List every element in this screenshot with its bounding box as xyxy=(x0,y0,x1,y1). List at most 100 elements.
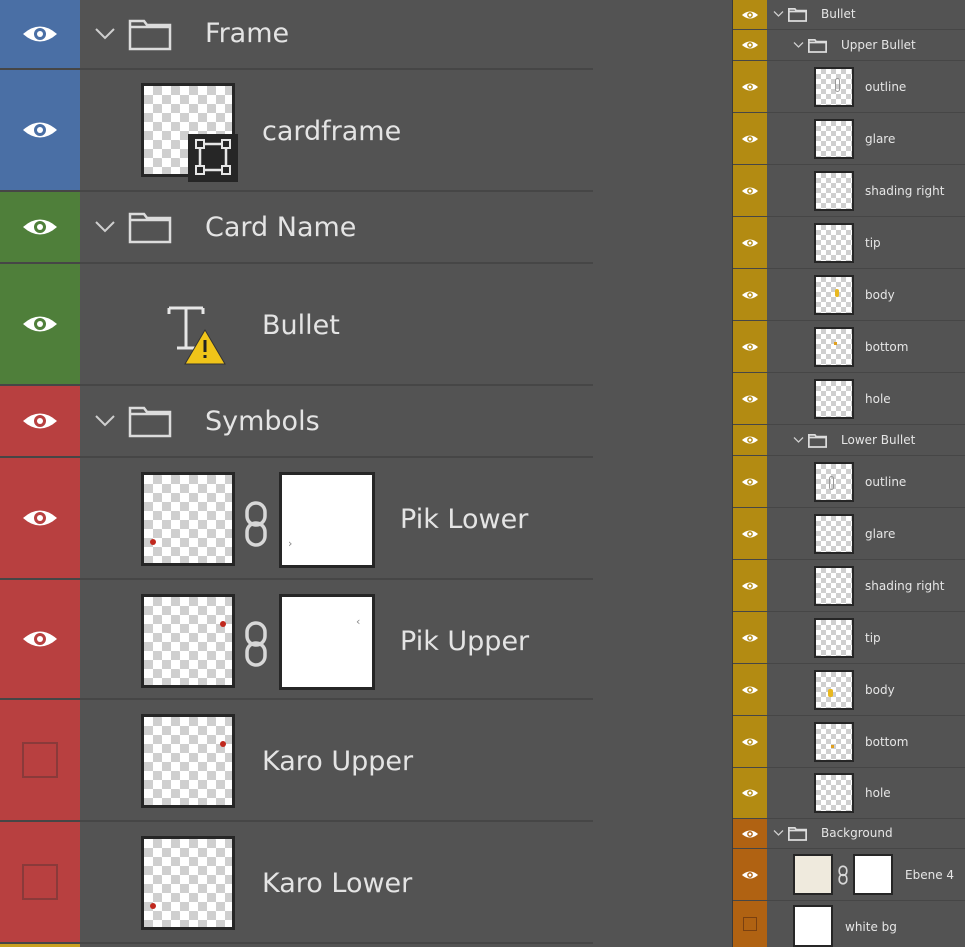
chain-link-icon[interactable] xyxy=(242,620,270,668)
layer-thumbnail[interactable] xyxy=(814,773,854,813)
mask-mark: › xyxy=(288,537,293,550)
layer-text-bullet[interactable]: Bullet xyxy=(0,264,593,386)
layer-thumbnail[interactable] xyxy=(814,171,854,211)
visibility-toggle[interactable] xyxy=(733,321,767,372)
layer-group-background[interactable]: Background xyxy=(733,819,965,849)
visibility-toggle[interactable] xyxy=(733,819,767,848)
visibility-toggle[interactable] xyxy=(733,716,767,767)
visibility-toggle[interactable] xyxy=(733,269,767,320)
visibility-toggle[interactable] xyxy=(733,508,767,559)
eye-icon xyxy=(741,477,759,486)
visibility-toggle[interactable] xyxy=(0,192,80,262)
layer-thumbnail[interactable] xyxy=(793,905,833,947)
chevron-down-icon[interactable] xyxy=(793,436,804,444)
eye-icon xyxy=(741,829,759,838)
visibility-toggle[interactable] xyxy=(733,560,767,611)
layer-mask-thumbnail[interactable]: › xyxy=(279,472,375,568)
visibility-toggle[interactable] xyxy=(733,664,767,715)
layer-lower-shading-right[interactable]: shading right xyxy=(733,560,965,612)
layer-thumbnail[interactable] xyxy=(141,714,235,808)
layer-thumbnail[interactable] xyxy=(814,379,854,419)
layer-karo-upper[interactable]: Karo Upper xyxy=(0,700,593,822)
layer-thumbnail[interactable] xyxy=(814,670,854,710)
visibility-toggle[interactable] xyxy=(0,580,80,698)
visibility-toggle-hidden[interactable] xyxy=(733,901,767,947)
layer-thumbnail[interactable] xyxy=(814,327,854,367)
layer-upper-tip[interactable]: tip xyxy=(733,217,965,269)
chevron-down-icon[interactable] xyxy=(773,829,784,837)
visibility-toggle[interactable] xyxy=(733,612,767,663)
hidden-visibility-box[interactable] xyxy=(22,864,58,900)
layer-upper-outline[interactable]: outline xyxy=(733,61,965,113)
visibility-toggle[interactable] xyxy=(733,113,767,164)
layer-mask-thumbnail[interactable]: ‹ xyxy=(279,594,375,690)
layer-ebene-4[interactable]: Ebene 4 xyxy=(733,849,965,901)
visibility-toggle[interactable] xyxy=(0,70,80,190)
layer-thumbnail[interactable] xyxy=(793,854,833,895)
layer-cardframe[interactable]: cardframe xyxy=(0,70,593,192)
layer-thumbnail[interactable] xyxy=(814,514,854,554)
layer-thumbnail[interactable] xyxy=(814,275,854,315)
chevron-down-icon[interactable] xyxy=(793,41,804,49)
layer-thumbnail[interactable] xyxy=(141,594,235,688)
chevron-down-icon[interactable] xyxy=(773,10,784,18)
layer-mask-thumbnail[interactable] xyxy=(853,854,893,895)
layer-group-lower-bullet[interactable]: Lower Bullet xyxy=(733,425,965,456)
visibility-toggle-hidden[interactable] xyxy=(0,700,80,820)
layer-group-frame[interactable]: Frame xyxy=(0,0,593,70)
layer-thumbnail[interactable] xyxy=(814,67,854,107)
visibility-toggle[interactable] xyxy=(733,373,767,424)
visibility-toggle[interactable] xyxy=(733,61,767,112)
chain-link-icon[interactable] xyxy=(837,865,849,885)
chain-link-icon[interactable] xyxy=(242,500,270,548)
visibility-toggle[interactable] xyxy=(733,425,767,455)
layer-name: body xyxy=(865,288,895,302)
layer-upper-shading-right[interactable]: shading right xyxy=(733,165,965,217)
layer-group-upper-bullet[interactable]: Upper Bullet xyxy=(733,30,965,61)
layer-upper-glare[interactable]: glare xyxy=(733,113,965,165)
visibility-toggle[interactable] xyxy=(0,264,80,384)
visibility-toggle[interactable] xyxy=(733,217,767,268)
layer-upper-hole[interactable]: hole xyxy=(733,373,965,425)
layer-thumbnail[interactable] xyxy=(814,223,854,263)
layer-thumbnail[interactable] xyxy=(814,722,854,762)
layer-lower-bottom[interactable]: bottom xyxy=(733,716,965,768)
layer-lower-hole[interactable]: hole xyxy=(733,768,965,819)
chevron-down-icon[interactable] xyxy=(94,27,116,41)
visibility-toggle[interactable] xyxy=(733,456,767,507)
layer-group-symbols[interactable]: Symbols xyxy=(0,386,593,458)
layer-karo-lower[interactable]: Karo Lower xyxy=(0,822,593,944)
layer-upper-body[interactable]: body xyxy=(733,269,965,321)
visibility-toggle[interactable] xyxy=(0,386,80,456)
visibility-toggle[interactable] xyxy=(0,0,80,68)
layer-thumbnail[interactable] xyxy=(814,119,854,159)
layer-lower-body[interactable]: body xyxy=(733,664,965,716)
layer-thumbnail[interactable] xyxy=(141,836,235,930)
layer-lower-outline[interactable]: outline xyxy=(733,456,965,508)
visibility-toggle[interactable] xyxy=(733,165,767,216)
layer-pik-upper[interactable]: ‹ Pik Upper xyxy=(0,580,593,700)
layer-pik-lower[interactable]: › Pik Lower xyxy=(0,458,593,580)
visibility-toggle[interactable] xyxy=(733,30,767,60)
hidden-visibility-box[interactable] xyxy=(743,917,757,931)
visibility-toggle[interactable] xyxy=(0,458,80,578)
chevron-down-icon[interactable] xyxy=(94,220,116,234)
visibility-toggle[interactable] xyxy=(733,0,767,29)
visibility-toggle-hidden[interactable] xyxy=(0,822,80,942)
layer-thumbnail[interactable] xyxy=(141,472,235,566)
layer-group-card-name[interactable]: Card Name xyxy=(0,192,593,264)
chevron-down-icon[interactable] xyxy=(94,414,116,428)
visibility-toggle[interactable] xyxy=(733,768,767,818)
layer-white-bg[interactable]: white bg xyxy=(733,901,965,947)
hidden-visibility-box[interactable] xyxy=(22,742,58,778)
eye-icon xyxy=(741,342,759,351)
eye-icon xyxy=(741,685,759,694)
layer-lower-glare[interactable]: glare xyxy=(733,508,965,560)
layer-thumbnail[interactable] xyxy=(814,566,854,606)
layer-thumbnail[interactable] xyxy=(814,618,854,658)
layer-lower-tip[interactable]: tip xyxy=(733,612,965,664)
layer-group-bullet[interactable]: Bullet xyxy=(733,0,965,30)
layer-thumbnail[interactable] xyxy=(814,462,854,502)
layer-upper-bottom[interactable]: bottom xyxy=(733,321,965,373)
visibility-toggle[interactable] xyxy=(733,849,767,900)
